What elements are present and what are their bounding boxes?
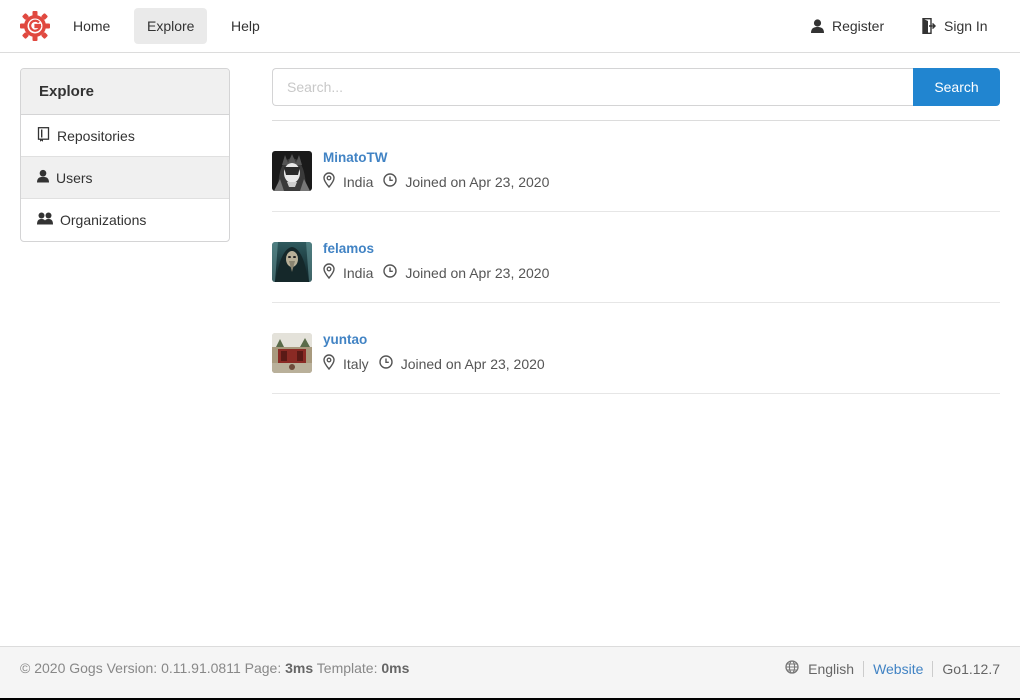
sidebar-item-label: Users xyxy=(56,169,93,186)
footer-page-time: 3ms xyxy=(285,660,314,676)
footer-copyright: © 2020 Gogs Version: 0.11.91.0811 Page: xyxy=(20,660,286,676)
user-meta: India Joined on Apr 23, 2020 xyxy=(323,263,549,282)
top-navbar: Home Explore Help Register Sign In xyxy=(0,0,1020,53)
location-icon xyxy=(323,263,335,282)
avatar[interactable] xyxy=(272,242,312,282)
signin-link[interactable]: Sign In xyxy=(922,8,988,44)
sidebar-item-label: Organizations xyxy=(60,212,147,228)
sidebar-item-label: Repositories xyxy=(57,127,135,144)
divider xyxy=(863,660,865,677)
explore-sidebar: Explore Repositories Users Organizations xyxy=(20,68,230,242)
language-selector[interactable]: English xyxy=(808,661,854,677)
footer-template-label: Template: xyxy=(313,660,382,676)
signin-label: Sign In xyxy=(944,18,988,34)
go-version: Go1.12.7 xyxy=(942,660,1000,677)
footer-version-info: © 2020 Gogs Version: 0.11.91.0811 Page: … xyxy=(20,660,409,676)
nav-explore[interactable]: Explore xyxy=(134,8,208,44)
sign-in-icon xyxy=(922,18,936,34)
user-list: MinatoTW India Joined on Apr 23, 2020 fe… xyxy=(272,121,1000,394)
user-location: India xyxy=(343,173,374,190)
register-label: Register xyxy=(832,18,885,34)
nav-home[interactable]: Home xyxy=(60,8,123,44)
website-link[interactable]: Website xyxy=(873,661,923,677)
user-meta: India Joined on Apr 23, 2020 xyxy=(323,172,549,191)
location-icon xyxy=(323,354,335,373)
sidebar-item-repositories[interactable]: Repositories xyxy=(21,115,229,157)
footer-template-time: 0ms xyxy=(381,660,410,676)
user-location: India xyxy=(343,264,374,281)
clock-icon xyxy=(378,355,393,372)
user-joined: Joined on Apr 23, 2020 xyxy=(405,173,550,190)
avatar[interactable] xyxy=(272,333,312,373)
footer-links: English Website Go1.12.7 xyxy=(785,660,1000,677)
search-input[interactable] xyxy=(272,68,914,106)
sidebar-item-organizations[interactable]: Organizations xyxy=(21,199,229,241)
avatar[interactable] xyxy=(272,151,312,191)
gogs-logo-icon[interactable] xyxy=(20,10,50,42)
user-name-link[interactable]: felamos xyxy=(323,241,374,256)
user-name-link[interactable]: yuntao xyxy=(323,332,367,347)
user-location: Italy xyxy=(343,355,369,372)
divider xyxy=(932,660,934,677)
user-joined: Joined on Apr 23, 2020 xyxy=(405,264,550,281)
user-meta: Italy Joined on Apr 23, 2020 xyxy=(323,354,545,373)
footer: © 2020 Gogs Version: 0.11.91.0811 Page: … xyxy=(0,646,1020,698)
clock-icon xyxy=(383,264,398,281)
sidebar-title: Explore xyxy=(21,69,229,115)
list-item: yuntao Italy Joined on Apr 23, 2020 xyxy=(272,303,1000,394)
user-icon xyxy=(37,169,49,186)
user-joined: Joined on Apr 23, 2020 xyxy=(400,355,545,372)
globe-icon xyxy=(785,660,799,677)
user-name-link[interactable]: MinatoTW xyxy=(323,150,387,165)
repo-icon xyxy=(37,126,50,145)
sidebar-item-users[interactable]: Users xyxy=(21,157,229,199)
location-icon xyxy=(323,172,335,191)
organization-icon xyxy=(37,212,53,228)
list-item: MinatoTW India Joined on Apr 23, 2020 xyxy=(272,121,1000,212)
nav-help[interactable]: Help xyxy=(218,8,273,44)
search-button[interactable]: Search xyxy=(913,68,1000,106)
register-link[interactable]: Register xyxy=(811,8,884,44)
user-icon xyxy=(811,19,824,33)
clock-icon xyxy=(383,173,398,190)
list-item: felamos India Joined on Apr 23, 2020 xyxy=(272,212,1000,303)
